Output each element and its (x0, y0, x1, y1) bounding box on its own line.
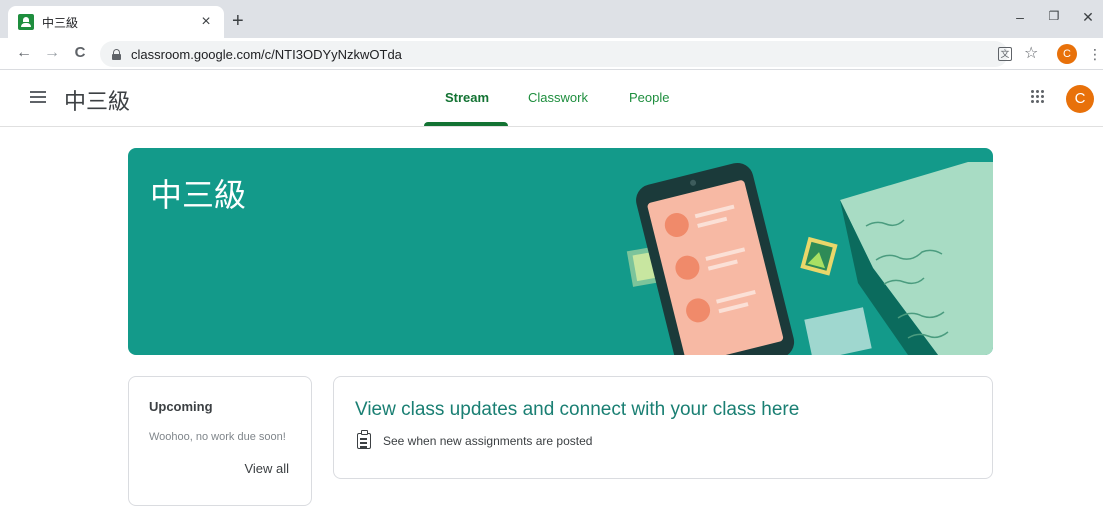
stamp-icon (800, 236, 838, 276)
clipboard-icon (357, 430, 371, 449)
upcoming-title: Upcoming (149, 399, 213, 414)
tab-people[interactable]: People (629, 90, 669, 105)
main-menu-icon[interactable] (30, 91, 46, 103)
address-bar[interactable]: classroom.google.com/c/NTI3ODYyNzkwOTda (100, 41, 1008, 67)
browser-toolbar: ← → C classroom.google.com/c/NTI3ODYyNzk… (0, 38, 1103, 70)
lock-icon[interactable] (112, 48, 121, 60)
classroom-favicon-icon (18, 14, 34, 30)
restore-button[interactable]: ❐ (1044, 9, 1064, 23)
classroom-header: 中三級 Stream Classwork People C (0, 70, 1103, 127)
url-text[interactable]: classroom.google.com/c/NTI3ODYyNzkwOTda (131, 47, 402, 62)
tab-title: 中三級 (42, 15, 79, 30)
translate-icon[interactable]: 文 (998, 47, 1012, 61)
google-apps-icon[interactable] (1031, 90, 1045, 104)
reload-button[interactable]: C (70, 44, 90, 61)
back-button[interactable]: ← (14, 44, 34, 62)
bookmark-star-icon[interactable]: ☆ (1024, 43, 1038, 63)
phone-icon (636, 162, 795, 355)
browser-tab[interactable]: 中三級 × (8, 6, 224, 38)
browser-profile-avatar[interactable]: C (1057, 44, 1077, 64)
class-banner: 中三級 (128, 148, 993, 355)
minimize-button[interactable]: – (1010, 9, 1030, 25)
upcoming-card: Upcoming Woohoo, no work due soon! View … (128, 376, 312, 506)
active-tab-indicator (424, 122, 508, 126)
header-class-name[interactable]: 中三級 (64, 84, 130, 116)
stream-item-text: See when new assignments are posted (383, 434, 593, 448)
banner-class-title: 中三級 (150, 177, 247, 213)
upcoming-empty-text: Woohoo, no work due soon! (149, 431, 286, 443)
tab-stream[interactable]: Stream (445, 90, 489, 105)
forward-button[interactable]: → (42, 44, 62, 62)
browser-tabstrip: 中三級 × + – ❐ ✕ (0, 0, 1103, 38)
account-avatar[interactable]: C (1066, 85, 1094, 113)
browser-menu-icon[interactable]: ⋮ (1088, 44, 1102, 64)
new-tab-button[interactable]: + (232, 11, 244, 31)
tab-close-icon[interactable]: × (198, 13, 214, 31)
view-all-link[interactable]: View all (244, 461, 289, 476)
stream-welcome-title: View class updates and connect with your… (355, 399, 800, 420)
close-window-button[interactable]: ✕ (1078, 9, 1098, 26)
list-item: See when new assignments are posted (355, 430, 971, 449)
stream-welcome-card: View class updates and connect with your… (333, 376, 993, 479)
banner-illustration (626, 162, 993, 355)
tab-classwork[interactable]: Classwork (528, 90, 588, 105)
